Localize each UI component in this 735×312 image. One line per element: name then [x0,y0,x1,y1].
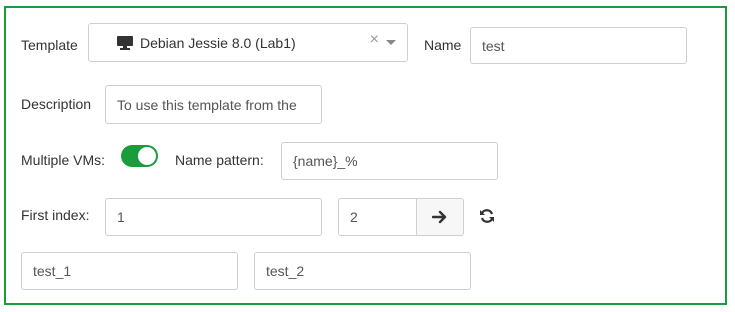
chevron-down-icon[interactable] [386,40,396,45]
clear-icon[interactable]: × [370,32,379,48]
name-input[interactable] [470,27,687,64]
name-pattern-label: Name pattern: [175,152,264,168]
preview-name-2[interactable] [254,252,471,290]
template-selected-value: Debian Jessie 8.0 (Lab1) [140,34,296,51]
first-index-input[interactable] [105,198,322,236]
multiple-vms-label: Multiple VMs: [21,152,106,168]
apply-count-button[interactable] [417,198,464,236]
template-select[interactable]: Debian Jessie 8.0 (Lab1) × [88,23,408,62]
toggle-knob [138,147,156,165]
template-label: Template [21,37,78,53]
first-index-label: First index: [21,207,90,223]
name-label: Name [424,37,462,53]
description-label: Description [21,96,92,112]
description-input[interactable] [105,85,322,124]
arrow-right-icon [432,210,448,224]
preview-name-1[interactable] [21,252,238,290]
refresh-icon[interactable] [477,206,497,226]
vm-count-input[interactable] [338,198,417,236]
monitor-icon [116,35,134,51]
name-pattern-input[interactable] [281,142,498,180]
multiple-vms-toggle[interactable] [121,145,158,167]
